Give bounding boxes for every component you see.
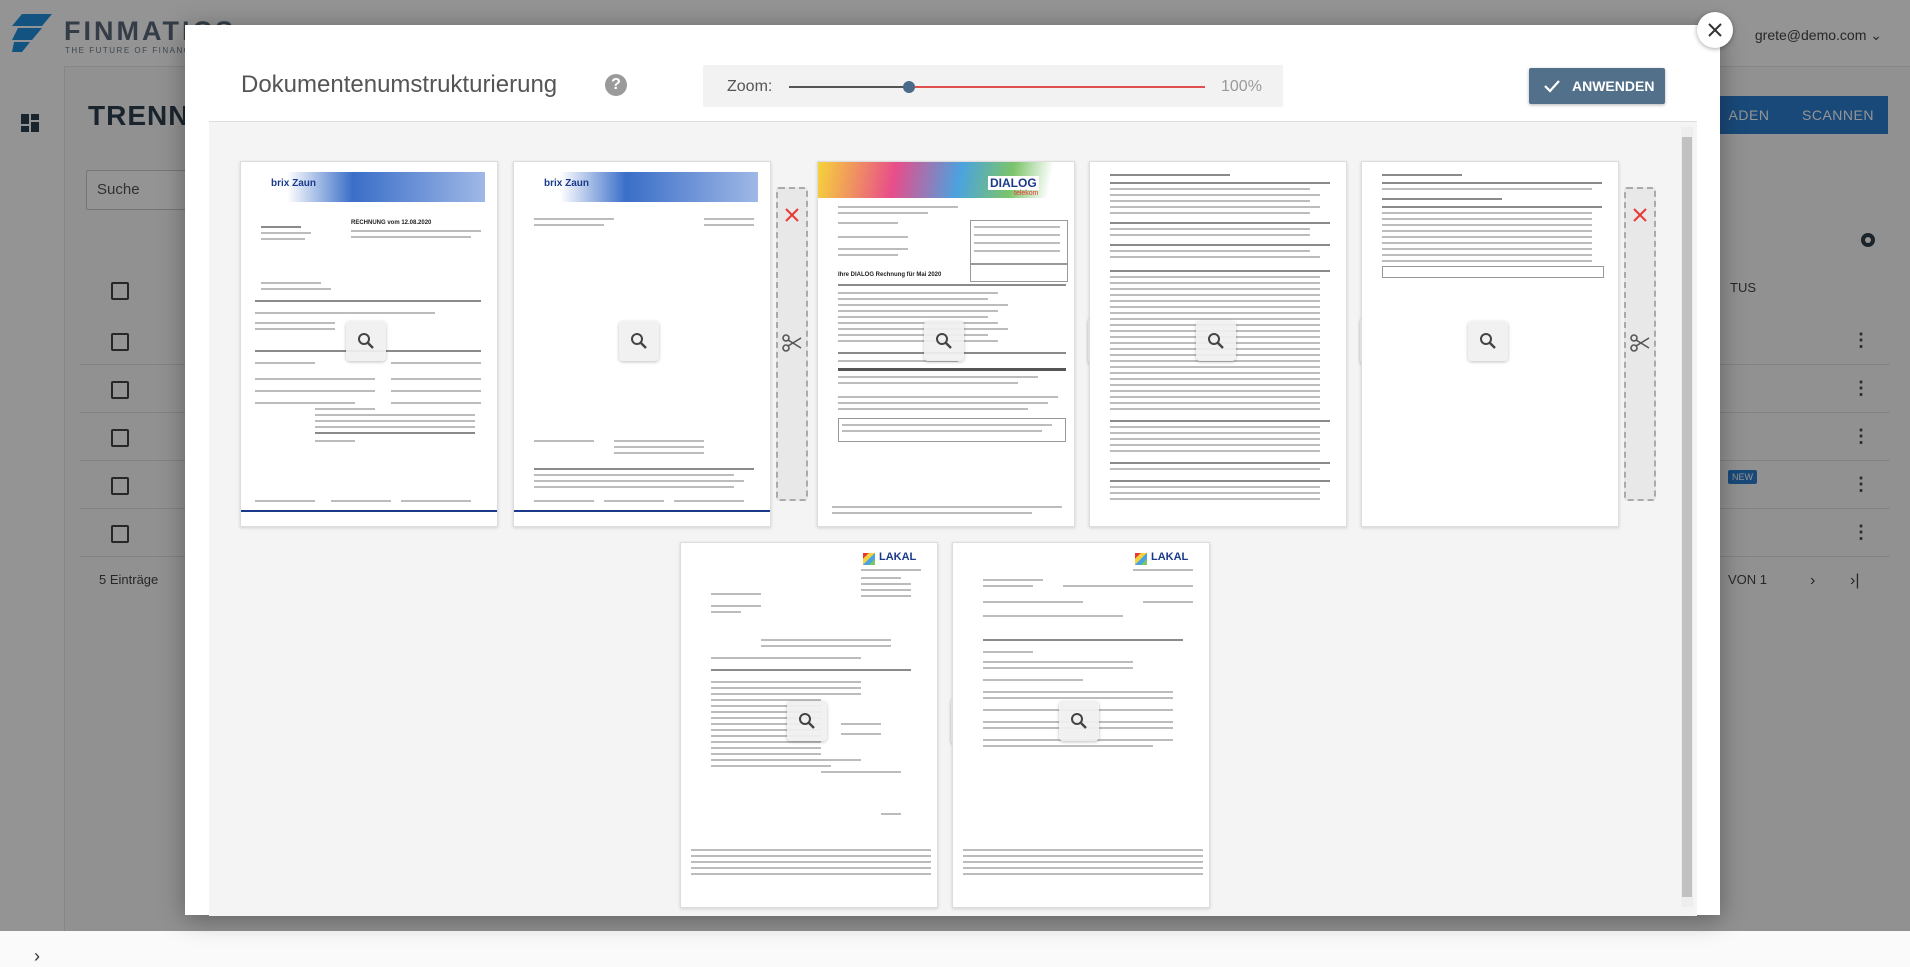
apply-button[interactable]: ANWENDEN xyxy=(1529,68,1665,104)
page-logo-text: LAKAL xyxy=(1151,551,1189,563)
zoom-page-button[interactable] xyxy=(1196,321,1236,361)
page-logo-subtext: telekom xyxy=(1014,190,1039,197)
magnifier-icon xyxy=(1480,333,1496,349)
zoom-slider-track[interactable] xyxy=(909,86,1205,88)
magnifier-icon xyxy=(799,713,815,729)
page-heading: Ihre DIALOG Rechnung für Mai 2020 xyxy=(838,272,942,278)
question-icon[interactable]: ? xyxy=(605,74,627,96)
modal-title: Dokumentenumstrukturierung xyxy=(241,71,558,98)
document-split-marker[interactable] xyxy=(1624,187,1656,501)
vertical-scrollbar[interactable] xyxy=(1681,127,1693,907)
close-modal-button[interactable] xyxy=(1697,12,1733,48)
remove-split-icon[interactable] xyxy=(1632,207,1648,223)
zoom-value: 100% xyxy=(1221,78,1262,95)
scissors-icon xyxy=(782,334,802,352)
expand-sidebar-icon[interactable]: › xyxy=(34,946,40,967)
magnifier-icon xyxy=(631,333,647,349)
scrollbar-thumb[interactable] xyxy=(1682,137,1692,897)
zoom-slider-track-active[interactable] xyxy=(789,86,909,88)
page-logo-text: DIALOG xyxy=(988,176,1039,190)
page-heading: RECHNUNG vom 12.08.2020 xyxy=(351,220,432,226)
document-split-marker[interactable] xyxy=(776,187,808,501)
checkmark-icon xyxy=(1544,80,1560,93)
magnifier-icon xyxy=(358,333,374,349)
scissors-icon xyxy=(1630,334,1650,352)
page-logo-text: brix Zaun xyxy=(271,178,317,189)
document-canvas: brix Zaun RECHNUNG vom 12.08.2020 brix Z… xyxy=(209,121,1697,916)
page-logo-text: brix Zaun xyxy=(544,178,590,189)
zoom-control: Zoom: 100% xyxy=(703,65,1283,107)
apply-button-label: ANWENDEN xyxy=(1572,78,1655,94)
magnifier-icon xyxy=(1208,333,1224,349)
magnifier-icon xyxy=(1071,713,1087,729)
remove-split-icon[interactable] xyxy=(784,207,800,223)
zoom-page-button[interactable] xyxy=(924,321,964,361)
magnifier-icon xyxy=(936,333,952,349)
zoom-label: Zoom: xyxy=(727,78,773,95)
restructure-modal: Dokumentenumstrukturierung ? Zoom: 100% … xyxy=(185,12,1733,916)
zoom-page-button[interactable] xyxy=(346,321,386,361)
zoom-page-button[interactable] xyxy=(1059,701,1099,741)
zoom-slider-thumb[interactable] xyxy=(903,81,915,93)
zoom-page-button[interactable] xyxy=(619,321,659,361)
zoom-page-button[interactable] xyxy=(787,701,827,741)
close-icon xyxy=(1708,23,1722,37)
zoom-page-button[interactable] xyxy=(1468,321,1508,361)
page-logo-text: LAKAL xyxy=(879,551,917,563)
